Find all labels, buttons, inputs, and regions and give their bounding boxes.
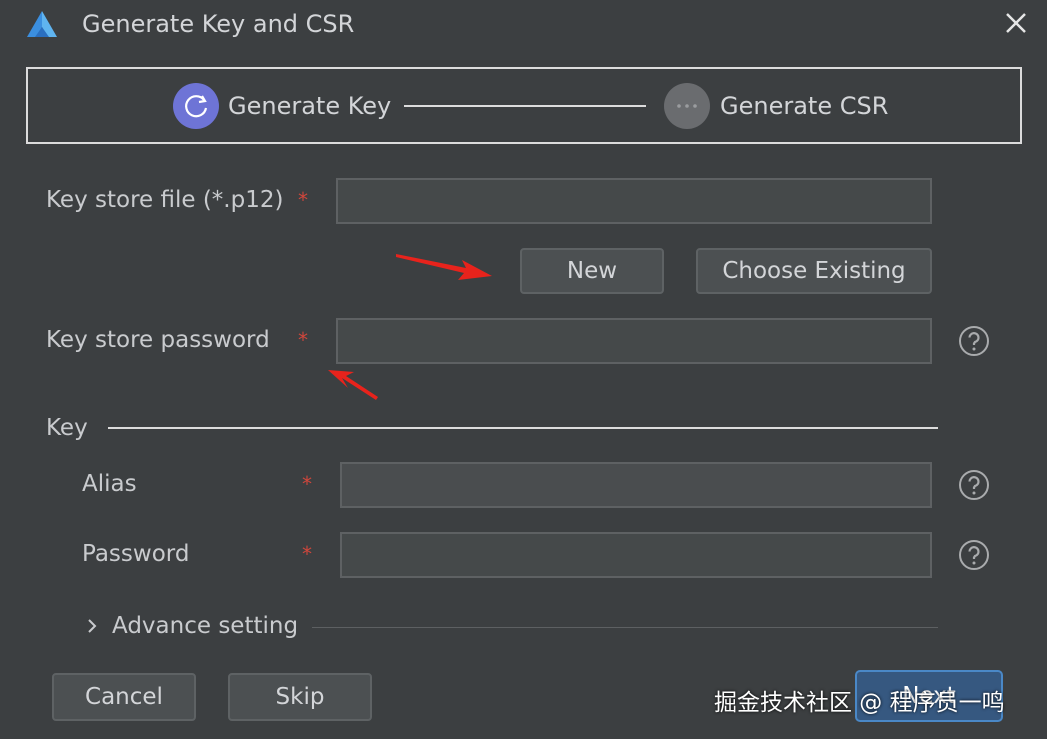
choose-existing-button[interactable]: Choose Existing [696, 248, 932, 294]
step-generate-key-indicator [173, 83, 219, 129]
close-icon[interactable] [999, 6, 1033, 40]
step-generate-key-label: Generate Key [228, 92, 392, 120]
step-connector [404, 105, 646, 107]
keystore-password-label: Key store password [46, 327, 270, 353]
keystore-password-input[interactable] [336, 318, 932, 364]
step-generate-csr-label: Generate CSR [720, 92, 889, 120]
step-indicator: Generate Key Generate CSR [26, 67, 1022, 144]
step-generate-csr-indicator [664, 83, 710, 129]
new-keystore-button[interactable]: New [520, 248, 664, 294]
watermark: 掘金技术社区 @ 程序员一鸣 [714, 690, 1005, 716]
required-mark: * [298, 328, 308, 352]
alias-label: Alias [82, 471, 137, 497]
more-dots-icon [677, 104, 697, 108]
annotation-arrow [396, 254, 492, 280]
key-section-title: Key [46, 415, 88, 441]
cancel-button[interactable]: Cancel [52, 673, 196, 721]
help-icon[interactable] [958, 469, 990, 501]
required-mark: * [302, 542, 312, 566]
annotation-arrow [328, 370, 378, 400]
refresh-icon [185, 95, 208, 118]
help-icon[interactable] [958, 325, 990, 357]
advance-setting-toggle[interactable]: Advance setting [112, 611, 298, 641]
key-password-input[interactable] [340, 532, 932, 578]
app-logo-icon [27, 11, 57, 37]
section-divider [108, 427, 938, 429]
required-mark: * [302, 472, 312, 496]
advance-divider [312, 627, 938, 628]
keystore-file-input[interactable] [336, 178, 932, 224]
required-mark: * [298, 188, 308, 212]
help-icon[interactable] [958, 539, 990, 571]
title-bar: Generate Key and CSR [0, 0, 1047, 50]
skip-button[interactable]: Skip [228, 673, 372, 721]
key-password-label: Password [82, 541, 190, 567]
alias-input[interactable] [340, 462, 932, 508]
window-title: Generate Key and CSR [82, 10, 355, 38]
keystore-file-label: Key store file (*.p12) [46, 187, 284, 213]
chevron-right-icon[interactable] [84, 615, 100, 637]
